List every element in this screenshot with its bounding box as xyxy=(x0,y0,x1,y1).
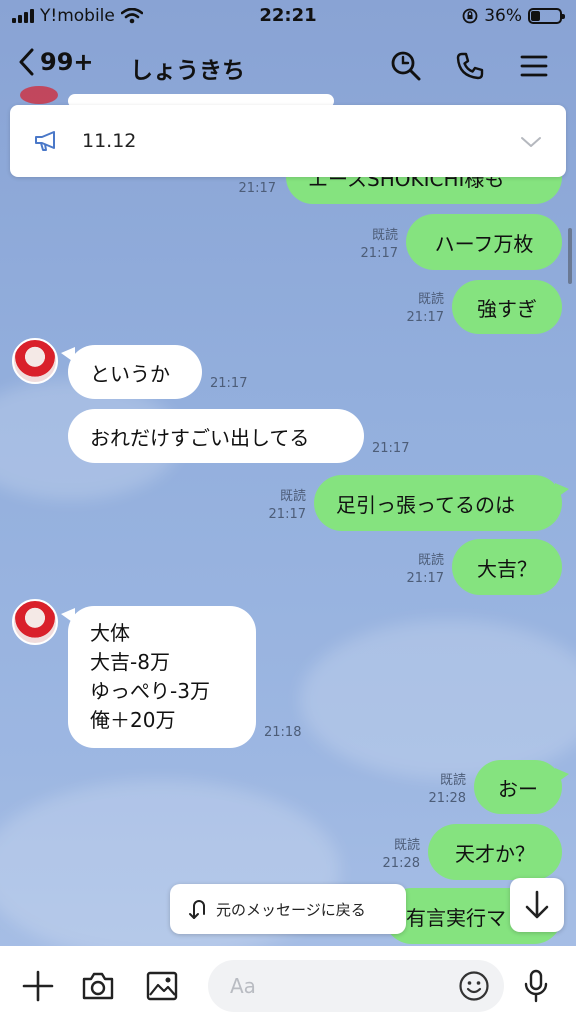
emoji-button[interactable] xyxy=(454,966,494,1006)
message-line: 大吉-8万 xyxy=(90,650,170,674)
message-line: 大体 xyxy=(90,621,130,645)
search-icon xyxy=(391,51,421,81)
message-bubble[interactable]: おー xyxy=(474,760,569,814)
message-time: 21:17 xyxy=(268,507,306,522)
unread-count: 99+ xyxy=(40,48,94,76)
phone-icon xyxy=(456,52,484,80)
read-receipt: 既読 xyxy=(439,773,466,788)
battery-icon xyxy=(528,8,565,24)
orientation-lock-icon xyxy=(462,8,478,24)
chat-header: 99+ しょうきち xyxy=(0,38,576,94)
back-chevron-icon xyxy=(19,48,34,76)
call-button[interactable] xyxy=(450,46,490,86)
chevron-down-icon[interactable] xyxy=(520,135,542,149)
message-bubble[interactable]: 強すぎ xyxy=(452,280,562,334)
message-time: 21:17 xyxy=(372,441,410,456)
avatar[interactable] xyxy=(12,599,58,645)
image-icon xyxy=(146,971,178,1001)
read-receipt: 既読 xyxy=(417,553,444,568)
message-time: 21:18 xyxy=(264,725,302,740)
message-bubble[interactable]: 大体 大吉-8万 ゆっぺり-3万 俺＋20万 xyxy=(61,606,256,748)
return-to-message-button[interactable]: 元のメッセージに戻る xyxy=(170,884,406,934)
message-time: 21:28 xyxy=(382,856,420,871)
scrollbar[interactable] xyxy=(568,228,572,284)
message-bubble[interactable]: ハーフ万枚 xyxy=(406,214,562,270)
voice-button[interactable] xyxy=(516,966,556,1006)
search-button[interactable] xyxy=(386,46,426,86)
mic-icon xyxy=(524,969,548,1003)
battery-percent: 36% xyxy=(484,6,522,26)
menu-icon xyxy=(520,55,548,77)
message-time: 21:17 xyxy=(406,310,444,325)
message-bubble[interactable]: おれだけすごい出してる xyxy=(68,409,364,463)
message-bubble[interactable]: 足引っ張ってるのは xyxy=(314,475,569,531)
message-bubble[interactable]: というか xyxy=(61,345,202,399)
plus-icon xyxy=(22,970,54,1002)
message-time: 21:17 xyxy=(210,376,248,391)
message-time: 21:28 xyxy=(428,791,466,806)
avatar[interactable] xyxy=(12,338,58,384)
emoji-icon xyxy=(459,971,489,1001)
message-time: 21:17 xyxy=(238,181,276,196)
menu-button[interactable] xyxy=(514,46,554,86)
message-bubble[interactable]: 大吉？ xyxy=(452,539,562,595)
camera-icon xyxy=(82,972,114,1000)
message-bubble[interactable]: 天才か？ xyxy=(428,824,562,880)
read-receipt: 既読 xyxy=(417,292,444,307)
camera-button[interactable] xyxy=(78,966,118,1006)
message-time: 21:17 xyxy=(360,246,398,261)
status-bar: Y!mobile 22:21 36% xyxy=(0,0,576,34)
chat-title: しょうきち xyxy=(130,58,245,84)
arrow-down-icon xyxy=(525,890,549,919)
input-bar xyxy=(0,946,576,1024)
message-line: 俺＋20万 xyxy=(90,708,176,732)
announcement-text: 11.12 xyxy=(82,130,137,152)
avatar xyxy=(20,86,58,104)
megaphone-icon xyxy=(35,131,55,151)
back-button[interactable]: 99+ xyxy=(18,48,94,76)
background-cloud xyxy=(300,620,576,780)
message-time: 21:17 xyxy=(406,571,444,586)
message-line: ゆっぺり-3万 xyxy=(90,679,210,703)
announcement-banner[interactable]: 11.12 xyxy=(10,105,566,177)
return-to-message-label: 元のメッセージに戻る xyxy=(216,900,366,919)
plus-button[interactable] xyxy=(18,966,58,1006)
read-receipt: 既読 xyxy=(279,489,306,504)
chat-screen: Y!mobile 22:21 36% 99+ しょうきち 21:17 エースSH… xyxy=(0,0,576,1024)
image-button[interactable] xyxy=(142,966,182,1006)
read-receipt: 既読 xyxy=(393,838,420,853)
read-receipt: 既読 xyxy=(371,228,398,243)
scroll-to-bottom-button[interactable] xyxy=(510,878,564,932)
return-arrow-icon xyxy=(189,900,205,919)
